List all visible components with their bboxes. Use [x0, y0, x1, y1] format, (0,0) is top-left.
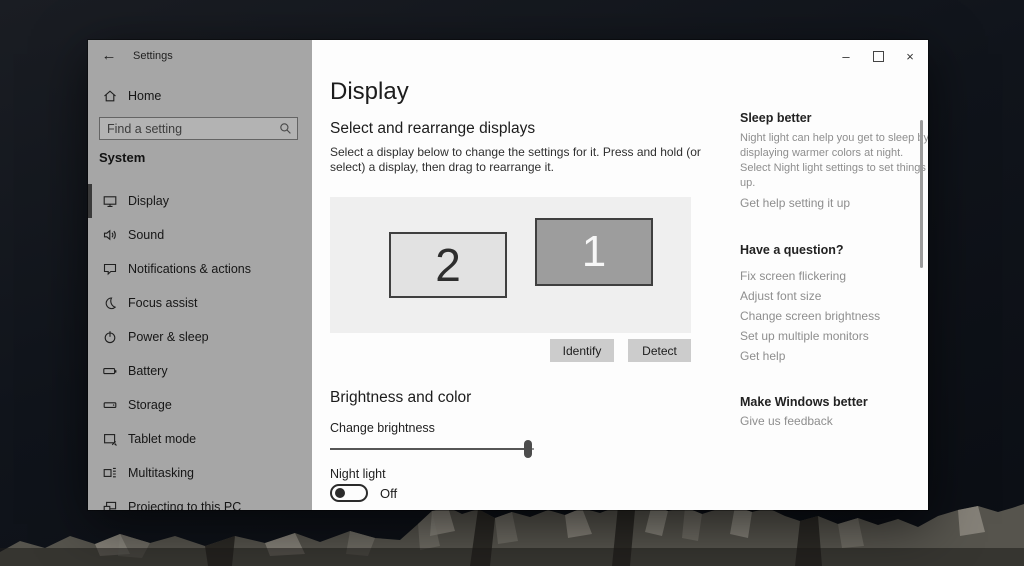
- get-help-link[interactable]: Get help: [740, 346, 880, 366]
- storage-icon: [102, 397, 118, 413]
- display-settings-page: Display Select and rearrange displays Se…: [312, 40, 928, 510]
- focus-assist-icon: [102, 295, 118, 311]
- monitor-1[interactable]: 1: [535, 218, 653, 286]
- sidebar-item-power-sleep[interactable]: Power & sleep: [88, 320, 312, 354]
- search-box: [99, 117, 298, 140]
- window-controls: – ×: [830, 40, 926, 72]
- back-button[interactable]: ←: [96, 45, 122, 67]
- sidebar-item-focus-assist[interactable]: Focus assist: [88, 286, 312, 320]
- sidebar-item-label: Display: [128, 194, 169, 208]
- night-light-toggle-row: Off: [330, 484, 397, 502]
- detect-button[interactable]: Detect: [628, 339, 691, 362]
- brightness-slider-thumb[interactable]: [524, 440, 532, 458]
- sidebar-item-label: Power & sleep: [128, 330, 209, 344]
- multitasking-icon: [102, 465, 118, 481]
- sidebar-item-label: Tablet mode: [128, 432, 196, 446]
- identify-button[interactable]: Identify: [550, 339, 614, 362]
- rearrange-description: Select a display below to change the set…: [330, 145, 712, 175]
- sidebar-item-display[interactable]: Display: [88, 184, 312, 218]
- sidebar: ← Settings Home System: [88, 40, 312, 510]
- sidebar-item-sound[interactable]: Sound: [88, 218, 312, 252]
- change-screen-brightness-link[interactable]: Change screen brightness: [740, 306, 880, 326]
- sidebar-item-label: Notifications & actions: [128, 262, 251, 276]
- sidebar-section-system: System: [99, 150, 145, 165]
- sidebar-item-label: Multitasking: [128, 466, 194, 480]
- sidebar-item-multitasking[interactable]: Multitasking: [88, 456, 312, 490]
- sidebar-nav: Display Sound: [88, 184, 312, 510]
- sidebar-item-projecting[interactable]: Projecting to this PC: [88, 490, 312, 510]
- sleep-better-heading: Sleep better: [740, 111, 812, 125]
- desktop-background: ← Settings Home System: [0, 0, 1024, 566]
- maximize-icon: [873, 51, 884, 62]
- notifications-icon: [102, 261, 118, 277]
- sidebar-item-notifications[interactable]: Notifications & actions: [88, 252, 312, 286]
- vertical-scrollbar[interactable]: [920, 120, 923, 268]
- power-sleep-icon: [102, 329, 118, 345]
- monitor-2[interactable]: 2: [389, 232, 507, 298]
- display-icon: [102, 193, 118, 209]
- brightness-slider[interactable]: [330, 440, 534, 458]
- battery-icon: [102, 363, 118, 379]
- minimize-button[interactable]: –: [830, 40, 862, 72]
- rearrange-heading: Select and rearrange displays: [330, 120, 535, 138]
- tablet-mode-icon: [102, 431, 118, 447]
- sidebar-item-label: Storage: [128, 398, 172, 412]
- window-title: Settings: [133, 50, 173, 62]
- home-icon: [102, 88, 118, 104]
- sidebar-item-label: Battery: [128, 364, 168, 378]
- maximize-button[interactable]: [862, 40, 894, 72]
- selected-accent-bar: [88, 184, 92, 218]
- set-up-multiple-monitors-link[interactable]: Set up multiple monitors: [740, 326, 880, 346]
- brightness-heading: Brightness and color: [330, 389, 471, 407]
- night-light-toggle[interactable]: [330, 484, 368, 502]
- sleep-better-body: Night light can help you get to sleep by…: [740, 131, 928, 191]
- settings-window: ← Settings Home System: [88, 40, 928, 510]
- sidebar-item-label: Focus assist: [128, 296, 197, 310]
- projecting-icon: [102, 499, 118, 510]
- night-light-label: Night light: [330, 467, 386, 481]
- give-us-feedback-link[interactable]: Give us feedback: [740, 414, 833, 428]
- sidebar-item-battery[interactable]: Battery: [88, 354, 312, 388]
- question-links: Fix screen flickering Adjust font size C…: [740, 266, 880, 366]
- have-a-question-heading: Have a question?: [740, 243, 844, 257]
- sidebar-item-storage[interactable]: Storage: [88, 388, 312, 422]
- sidebar-item-tablet-mode[interactable]: Tablet mode: [88, 422, 312, 456]
- sound-icon: [102, 227, 118, 243]
- night-light-state: Off: [380, 486, 397, 501]
- sidebar-item-label: Projecting to this PC: [128, 500, 241, 510]
- fix-screen-flickering-link[interactable]: Fix screen flickering: [740, 266, 880, 286]
- page-title: Display: [330, 78, 409, 106]
- adjust-font-size-link[interactable]: Adjust font size: [740, 286, 880, 306]
- make-windows-better-heading: Make Windows better: [740, 395, 868, 409]
- get-help-setting-it-up-link[interactable]: Get help setting it up: [740, 196, 850, 210]
- brightness-slider-fill: [330, 448, 528, 450]
- toggle-knob: [335, 488, 345, 498]
- close-button[interactable]: ×: [894, 40, 926, 72]
- search-input[interactable]: [99, 117, 298, 140]
- monitor-arrangement-area: 2 1: [330, 197, 691, 333]
- sidebar-item-label: Sound: [128, 228, 164, 242]
- brightness-slider-label: Change brightness: [330, 421, 435, 435]
- sidebar-home-label: Home: [128, 89, 161, 103]
- sidebar-item-home[interactable]: Home: [88, 84, 312, 108]
